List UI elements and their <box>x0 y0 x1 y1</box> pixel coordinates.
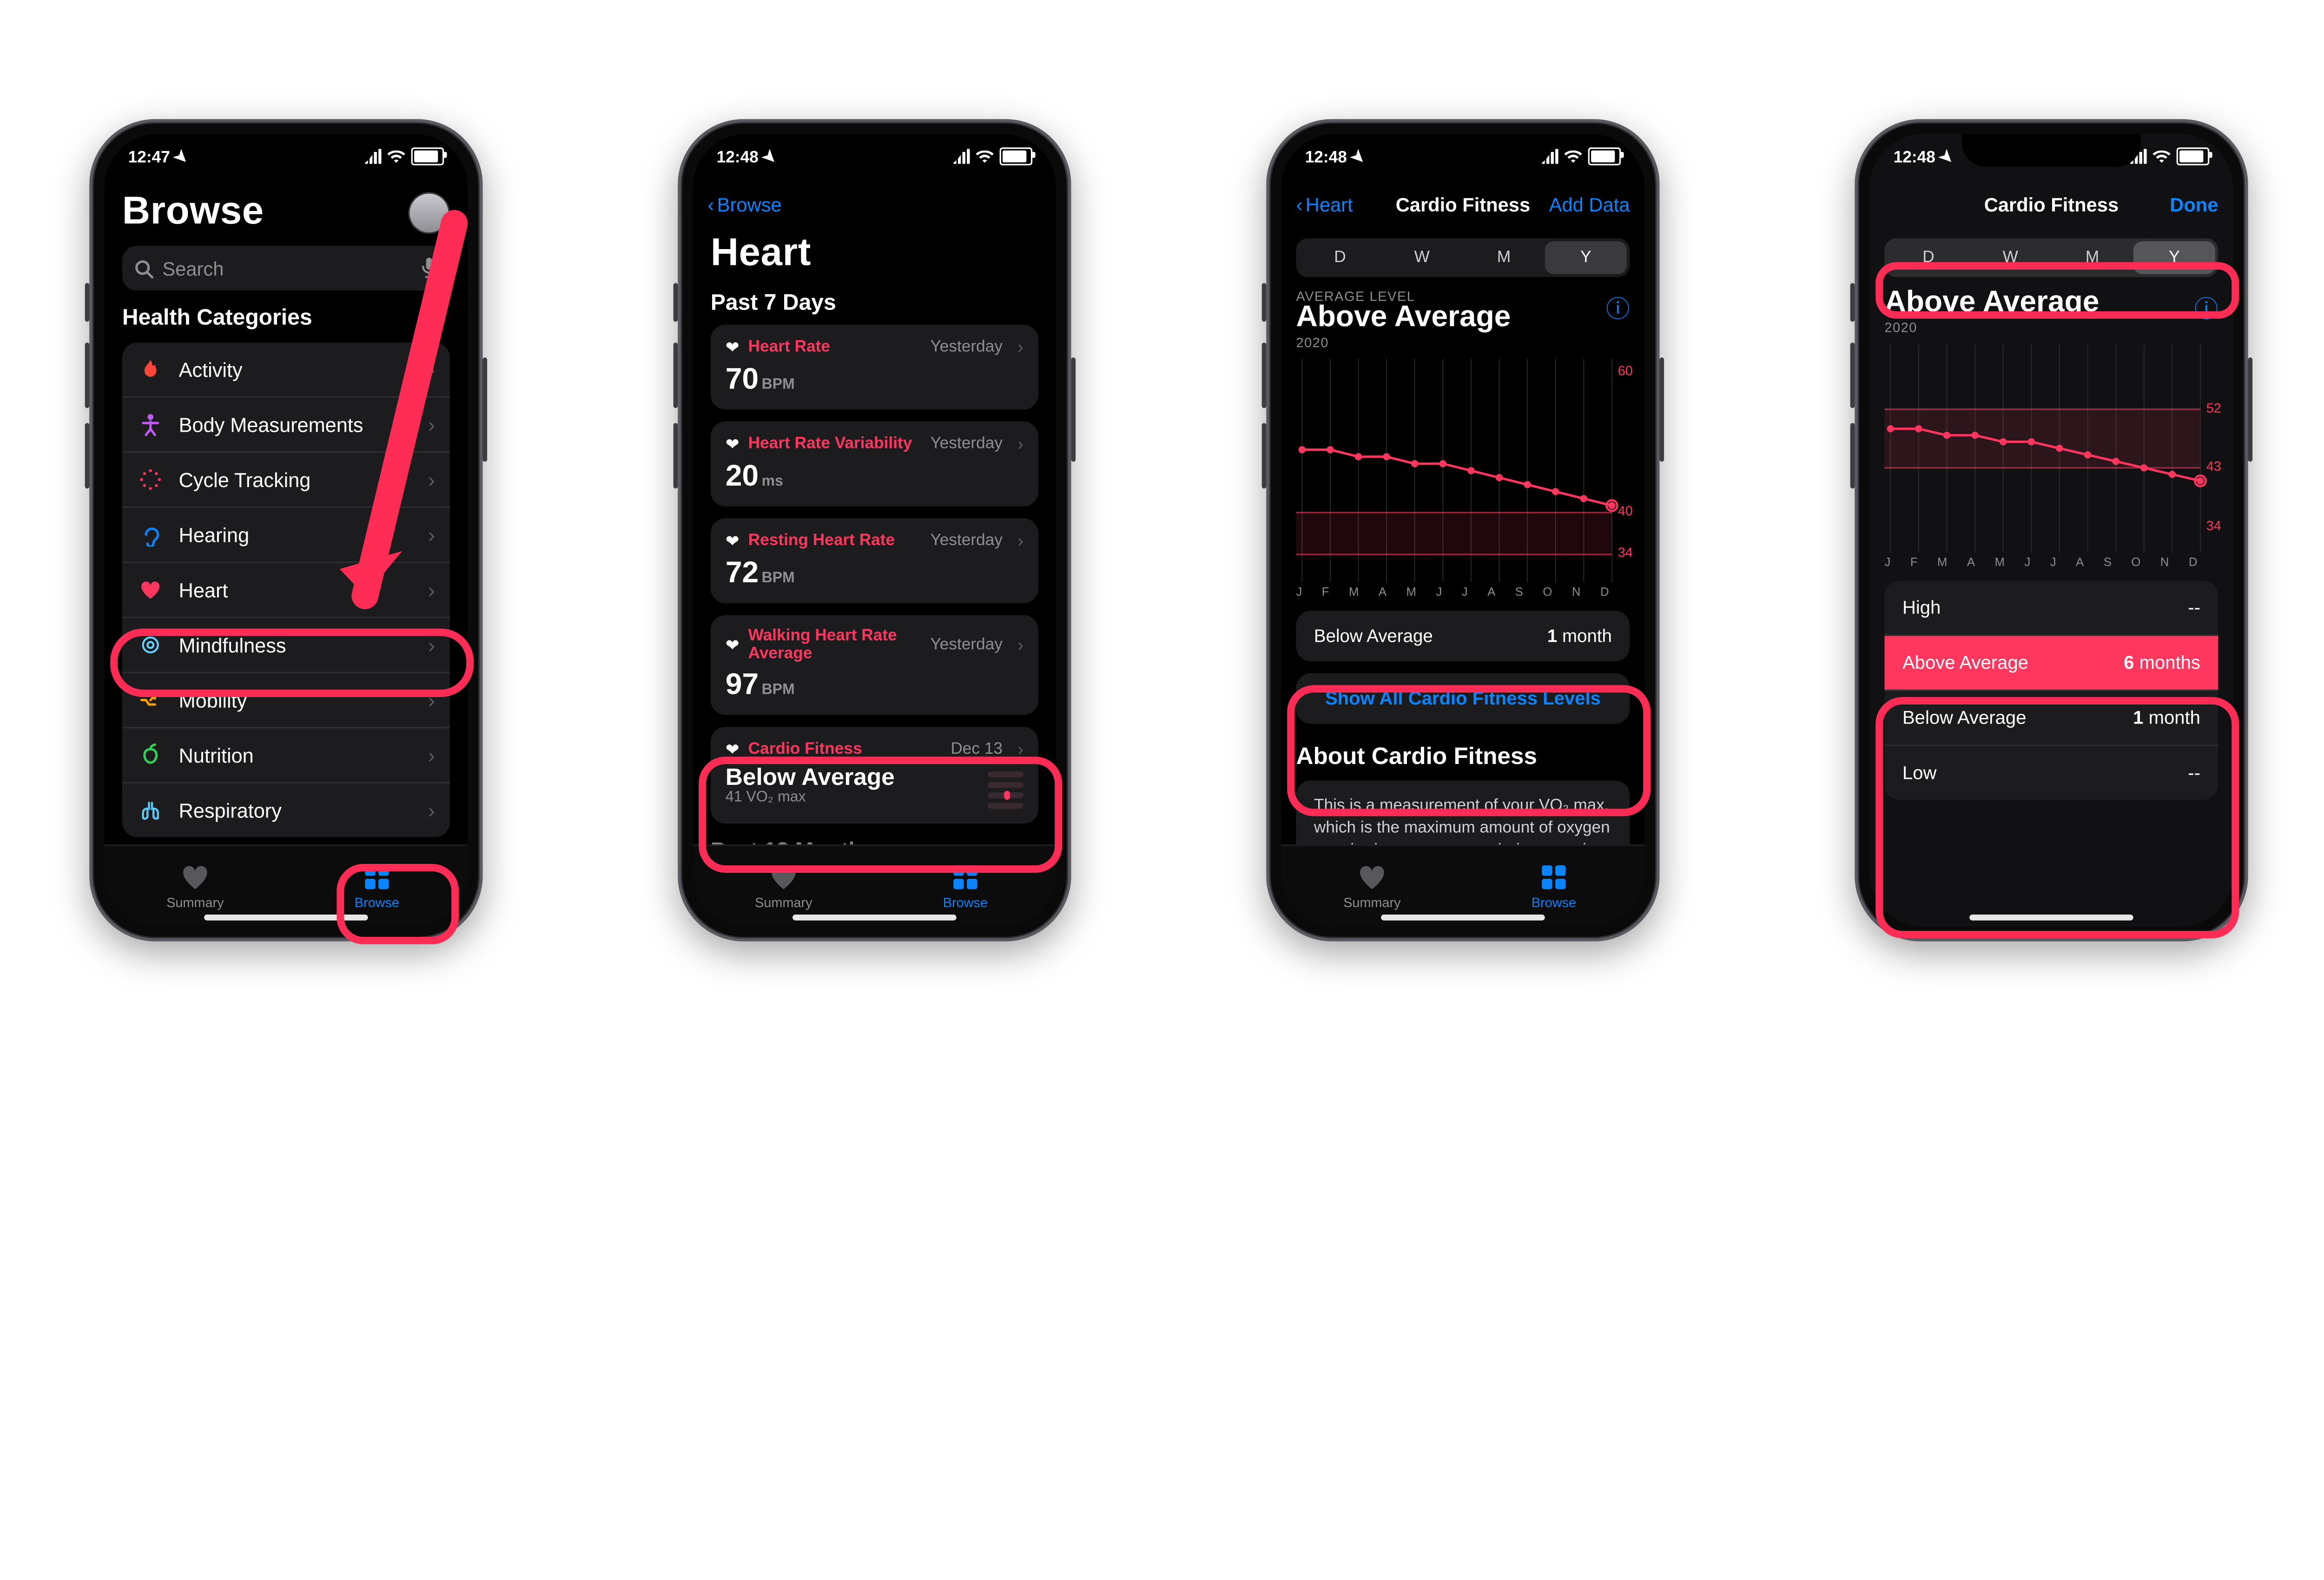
category-list: Activity› Body Measurements› Cycle Track… <box>122 342 450 837</box>
search-icon <box>134 258 153 278</box>
mobility-icon <box>137 687 164 714</box>
category-mobility[interactable]: Mobility› <box>122 672 450 727</box>
heart-icon: ❤︎ <box>726 337 739 357</box>
year-label: 2020 <box>1296 335 1606 350</box>
level-pill[interactable]: Below Average 1 month <box>1296 611 1630 661</box>
seg-d[interactable]: D <box>1888 241 1969 274</box>
category-nutrition[interactable]: Nutrition› <box>122 727 450 782</box>
chevron-right-icon: › <box>428 357 435 381</box>
cardio-chart[interactable]: 524334 <box>1884 344 2218 553</box>
card-hrv[interactable]: ❤︎Heart Rate VariabilityYesterday› 20ms <box>711 421 1038 507</box>
body-icon <box>137 411 164 438</box>
phone-cardio-detail: 12:48 ➤ ‹ Heart Cardio Fitness Add Data … <box>1266 119 1659 941</box>
time-range-segmented[interactable]: D W M Y <box>1296 238 1630 277</box>
seg-d[interactable]: D <box>1299 241 1381 274</box>
seg-y[interactable]: Y <box>2133 241 2215 274</box>
mindfulness-icon <box>137 632 164 658</box>
mic-icon[interactable] <box>420 256 438 280</box>
nutrition-icon <box>137 742 164 769</box>
search-input[interactable]: Search <box>122 246 450 290</box>
cycle-icon <box>137 466 164 493</box>
battery-icon <box>411 147 444 165</box>
nav-title: Cardio Fitness <box>1869 193 2233 215</box>
seg-w[interactable]: W <box>1969 241 2051 274</box>
phone-cardio-levels: 12:48 ➤ Cardio Fitness Done D W M Y <box>1855 119 2248 941</box>
chart-title: Above Average <box>1884 286 2194 320</box>
info-icon[interactable]: ⓘ <box>1606 289 1630 325</box>
section-header: Health Categories <box>122 305 450 330</box>
seg-w[interactable]: W <box>1381 241 1463 274</box>
back-button[interactable]: ‹ Browse <box>707 193 781 215</box>
location-icon: ➤ <box>170 145 193 168</box>
card-heart-rate[interactable]: ❤︎Heart RateYesterday› 70BPM <box>711 325 1038 410</box>
page-title: Heart <box>711 230 1038 276</box>
category-activity[interactable]: Activity› <box>122 342 450 396</box>
seg-m[interactable]: M <box>2051 241 2133 274</box>
time-range-segmented[interactable]: D W M Y <box>1884 238 2218 277</box>
card-walking-hr[interactable]: ❤︎Walking Heart Rate AverageYesterday› 9… <box>711 615 1038 715</box>
notch <box>197 134 376 167</box>
category-hearing[interactable]: Hearing› <box>122 507 450 562</box>
seg-y[interactable]: Y <box>1545 241 1627 274</box>
page-title: Browse <box>122 188 264 234</box>
lungs-icon <box>137 797 164 824</box>
card-cardio-fitness[interactable]: ❤︎Cardio FitnessDec 13› Below Average 41… <box>711 727 1038 823</box>
nav-bar: ‹ Browse <box>693 179 1056 230</box>
levels-list: High-- Above Average6 months Below Avera… <box>1884 581 2218 800</box>
flame-icon <box>137 356 164 383</box>
category-respiratory[interactable]: Respiratory› <box>122 782 450 837</box>
grid-icon <box>362 862 392 892</box>
category-mindfulness[interactable]: Mindfulness› <box>122 617 450 672</box>
profile-avatar[interactable] <box>408 191 450 233</box>
category-cycle[interactable]: Cycle Tracking› <box>122 451 450 507</box>
ear-icon <box>137 521 164 548</box>
heart-icon <box>137 576 164 603</box>
category-body[interactable]: Body Measurements› <box>122 396 450 452</box>
heart-outline-icon <box>179 862 212 892</box>
level-high[interactable]: High-- <box>1884 581 2218 634</box>
card-resting-hr[interactable]: ❤︎Resting Heart RateYesterday› 72BPM <box>711 518 1038 603</box>
level-low[interactable]: Low-- <box>1884 745 2218 800</box>
x-axis-labels: JFMAMJJASOND <box>1884 556 2218 569</box>
show-all-levels-link[interactable]: Show All Cardio Fitness Levels <box>1296 673 1630 724</box>
level-gauge-icon <box>988 771 1023 809</box>
level-below-average[interactable]: Below Average1 month <box>1884 690 2218 745</box>
phone-heart: 12:48 ➤ ‹ Browse Heart Past 7 Days ❤︎Hea… <box>678 119 1071 941</box>
level-above-average[interactable]: Above Average6 months <box>1884 634 2218 690</box>
x-axis-labels: JFMAMJJASOND <box>1296 586 1630 599</box>
home-indicator[interactable] <box>204 915 368 921</box>
nav-title: Cardio Fitness <box>1281 193 1644 215</box>
category-heart[interactable]: Heart› <box>122 561 450 617</box>
seg-m[interactable]: M <box>1463 241 1545 274</box>
wifi-icon <box>387 150 405 163</box>
info-icon[interactable]: ⓘ <box>2194 289 2218 325</box>
year-label: 2020 <box>1884 320 2194 335</box>
chart-title: Above Average <box>1296 301 1606 335</box>
about-title: About Cardio Fitness <box>1296 745 1630 772</box>
phone-browse: 12:47 ➤ Browse Search <box>89 119 482 941</box>
period-header: Past 7 Days <box>711 290 1038 316</box>
cardio-chart[interactable]: 604034 <box>1296 359 1630 582</box>
